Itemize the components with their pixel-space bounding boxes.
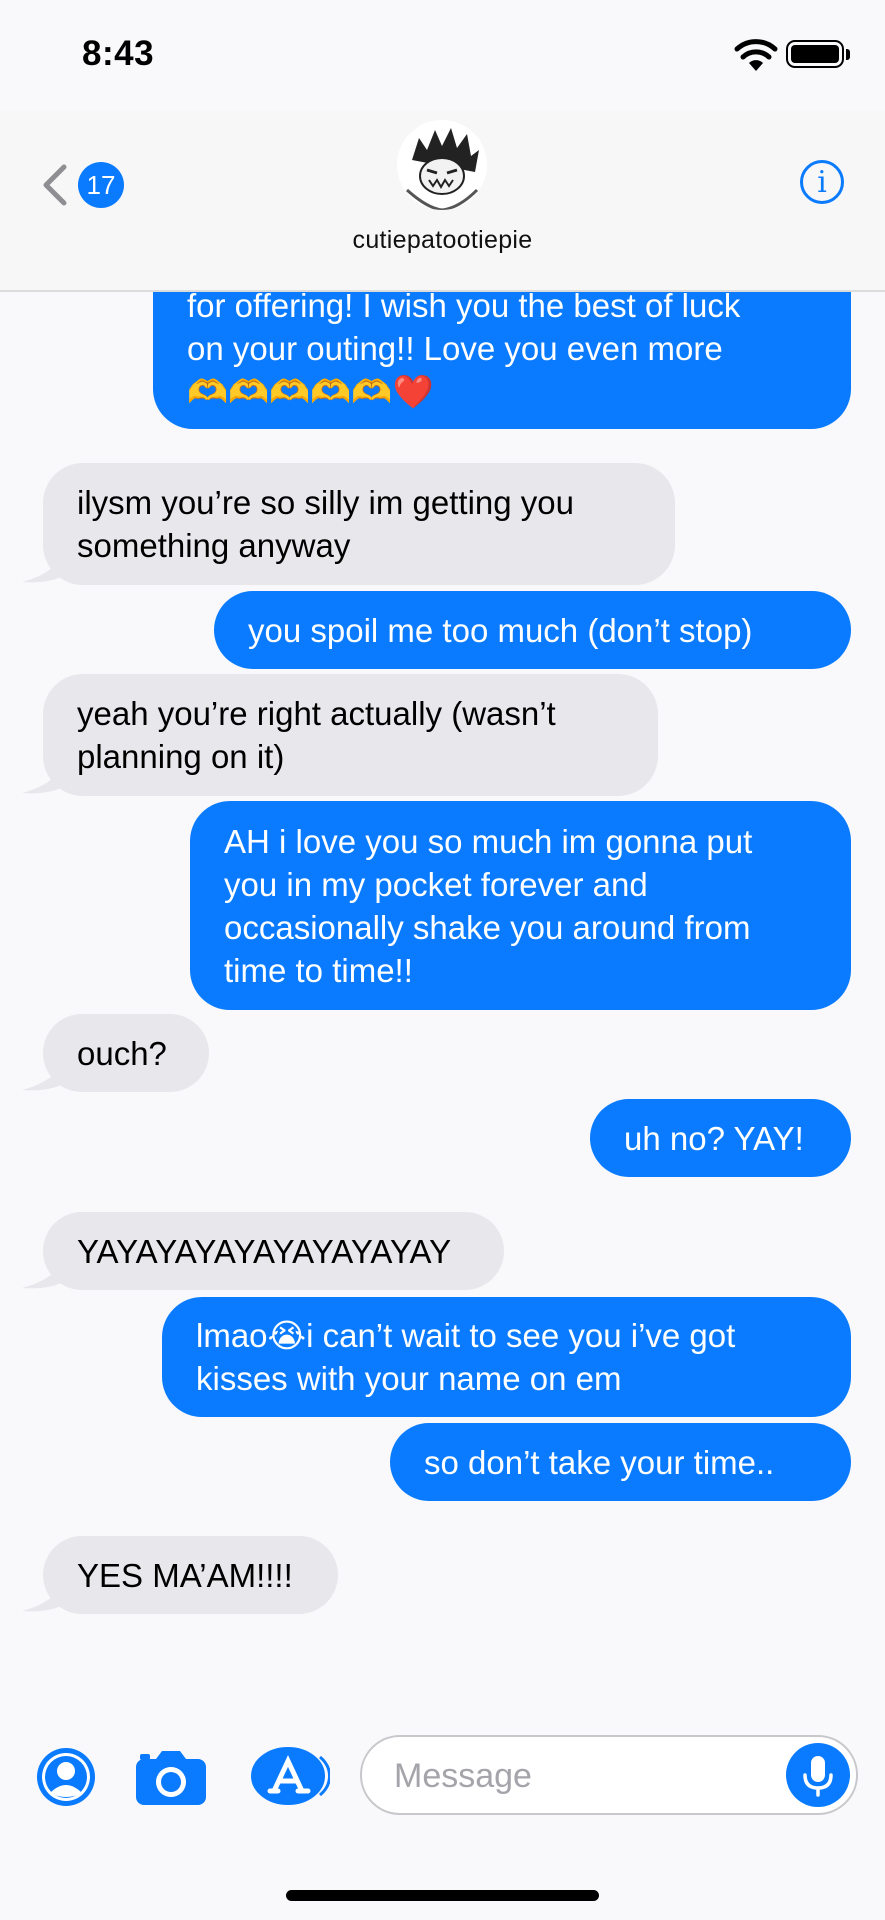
message-bubble-received[interactable]: yeah you’re right actually (wasn’t plann…	[43, 674, 658, 796]
message-bubble-received[interactable]: YAYAYAYAYAYAYAYAYAY	[43, 1212, 504, 1290]
message-bubble-received[interactable]: YES MA’AM!!!!	[43, 1536, 338, 1614]
contact-name[interactable]: cutiepatootiepie	[0, 226, 885, 255]
info-icon: i	[817, 164, 827, 200]
microphone-icon	[803, 1756, 833, 1797]
info-button[interactable]: i	[800, 160, 844, 204]
back-button[interactable]: 17	[40, 162, 124, 208]
contact-icon[interactable]	[36, 1747, 96, 1807]
message-bubble-received[interactable]: ouch?	[43, 1014, 209, 1092]
home-indicator[interactable]	[286, 1890, 599, 1901]
camera-icon[interactable]	[134, 1749, 208, 1807]
message-bubble-received[interactable]: ilysm you’re so silly im getting you som…	[43, 463, 675, 585]
conversation-header: 17 cutiepatootiepie i	[0, 110, 885, 292]
app-store-icon[interactable]	[250, 1745, 330, 1807]
message-bubble-sent[interactable]: so don’t take your time..	[390, 1423, 851, 1501]
message-field[interactable]	[360, 1735, 858, 1815]
microphone-button[interactable]	[786, 1743, 850, 1807]
chevron-left-icon	[43, 164, 67, 206]
message-bubble-sent[interactable]: AH i love you so much im gonna put you i…	[190, 801, 851, 1010]
contact-avatar[interactable]	[397, 120, 487, 210]
message-bubble-sent[interactable]: you spoil me too much (don’t stop)	[214, 591, 851, 669]
unread-count-badge: 17	[78, 162, 124, 208]
message-bubble-sent[interactable]: uh no? YAY!	[590, 1099, 851, 1177]
message-input[interactable]	[392, 1737, 776, 1815]
message-bubble-sent[interactable]: lmao😭i can’t wait to see you i’ve got ki…	[162, 1297, 851, 1417]
